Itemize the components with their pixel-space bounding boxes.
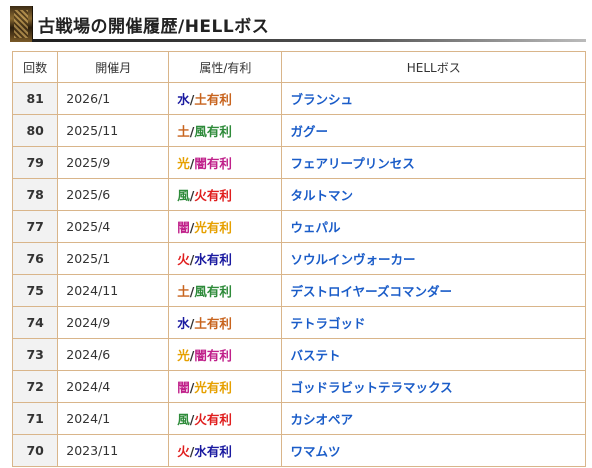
attribute-cell: 水/土有利	[168, 306, 283, 339]
header-count: 回数	[11, 51, 59, 83]
attribute-cell: 火/水有利	[168, 242, 283, 275]
event-number: 70	[11, 434, 59, 467]
event-number: 74	[11, 306, 59, 339]
event-month: 2026/1	[57, 82, 170, 115]
event-number: 81	[11, 82, 59, 115]
attribute-cell: 光/闇有利	[168, 146, 283, 179]
event-month: 2024/11	[57, 274, 170, 307]
table-row: 70 2023/11 火/水有利 ワマムツ	[11, 434, 586, 467]
attribute-element: 風	[177, 412, 190, 427]
page: 古戦場の開催履歴/HELLボス 回数 開催月 属性/有利 HELLボス 81 20…	[0, 0, 592, 468]
table-row: 75 2024/11 土/風有利 デストロイヤーズコマンダー	[11, 274, 586, 307]
event-number: 73	[11, 338, 59, 371]
event-month: 2025/6	[57, 178, 170, 211]
event-number: 75	[11, 274, 59, 307]
hell-boss-link[interactable]: ワマムツ	[281, 434, 586, 467]
event-month: 2025/4	[57, 210, 170, 243]
hell-boss-link[interactable]: タルトマン	[281, 178, 586, 211]
event-number: 72	[11, 370, 59, 403]
hell-boss-link[interactable]: ウェパル	[281, 210, 586, 243]
event-month: 2025/11	[57, 114, 170, 147]
hell-boss-link[interactable]: テトラゴッド	[281, 306, 586, 339]
advantage-element: 火有利	[194, 188, 232, 203]
attribute-element: 水	[177, 92, 190, 107]
advantage-element: 光有利	[194, 220, 232, 235]
heading-ornament-icon	[10, 6, 33, 42]
event-month: 2025/1	[57, 242, 170, 275]
table-row: 76 2025/1 火/水有利 ソウルインヴォーカー	[11, 242, 586, 275]
event-month: 2024/1	[57, 402, 170, 435]
attribute-cell: 闇/光有利	[168, 210, 283, 243]
table-row: 73 2024/6 光/闇有利 バステト	[11, 338, 586, 371]
advantage-element: 闇有利	[194, 156, 232, 171]
event-number: 76	[11, 242, 59, 275]
attribute-element: 光	[177, 156, 190, 171]
attribute-cell: 火/水有利	[168, 434, 283, 467]
attribute-element: 火	[177, 444, 190, 459]
event-number: 79	[11, 146, 59, 179]
attribute-cell: 風/火有利	[168, 178, 283, 211]
hell-boss-link[interactable]: ブランシュ	[281, 82, 586, 115]
table-row: 71 2024/1 風/火有利 カシオペア	[11, 402, 586, 435]
event-number: 78	[11, 178, 59, 211]
attribute-element: 闇	[177, 220, 190, 235]
table-row: 78 2025/6 風/火有利 タルトマン	[11, 178, 586, 211]
history-table: 回数 開催月 属性/有利 HELLボス 81 2026/1 水/土有利 ブランシュ 80…	[11, 51, 586, 467]
heading-underline	[32, 39, 586, 42]
header-month: 開催月	[57, 51, 170, 83]
attribute-element: 風	[177, 188, 190, 203]
attribute-element: 光	[177, 348, 190, 363]
advantage-element: 水有利	[194, 252, 232, 267]
table-row: 77 2025/4 闇/光有利 ウェパル	[11, 210, 586, 243]
attribute-element: 火	[177, 252, 190, 267]
advantage-element: 風有利	[194, 284, 232, 299]
event-number: 80	[11, 114, 59, 147]
event-number: 71	[11, 402, 59, 435]
attribute-cell: 闇/光有利	[168, 370, 283, 403]
section-heading: 古戦場の開催履歴/HELLボス	[10, 6, 586, 42]
event-month: 2024/9	[57, 306, 170, 339]
table-row: 80 2025/11 土/風有利 ガグー	[11, 114, 586, 147]
hell-boss-link[interactable]: フェアリープリンセス	[281, 146, 586, 179]
event-month: 2024/6	[57, 338, 170, 371]
hell-boss-link[interactable]: バステト	[281, 338, 586, 371]
advantage-element: 光有利	[194, 380, 232, 395]
attribute-element: 水	[177, 316, 190, 331]
hell-boss-link[interactable]: カシオペア	[281, 402, 586, 435]
hell-boss-link[interactable]: ガグー	[281, 114, 586, 147]
event-month: 2025/9	[57, 146, 170, 179]
header-attribute: 属性/有利	[168, 51, 283, 83]
attribute-element: 土	[177, 124, 190, 139]
header-boss: HELLボス	[281, 51, 586, 83]
hell-boss-link[interactable]: ゴッドラビットテラマックス	[281, 370, 586, 403]
attribute-element: 闇	[177, 380, 190, 395]
hell-boss-link[interactable]: ソウルインヴォーカー	[281, 242, 586, 275]
table-header-row: 回数 開催月 属性/有利 HELLボス	[11, 51, 586, 83]
attribute-cell: 土/風有利	[168, 274, 283, 307]
page-title: 古戦場の開催履歴/HELLボス	[38, 17, 270, 37]
attribute-cell: 風/火有利	[168, 402, 283, 435]
attribute-cell: 土/風有利	[168, 114, 283, 147]
advantage-element: 火有利	[194, 412, 232, 427]
table-row: 79 2025/9 光/闇有利 フェアリープリンセス	[11, 146, 586, 179]
attribute-cell: 光/闇有利	[168, 338, 283, 371]
event-month: 2023/11	[57, 434, 170, 467]
table-row: 81 2026/1 水/土有利 ブランシュ	[11, 82, 586, 115]
event-month: 2024/4	[57, 370, 170, 403]
table-row: 72 2024/4 闇/光有利 ゴッドラビットテラマックス	[11, 370, 586, 403]
attribute-cell: 水/土有利	[168, 82, 283, 115]
advantage-element: 土有利	[194, 316, 232, 331]
table-row: 74 2024/9 水/土有利 テトラゴッド	[11, 306, 586, 339]
attribute-element: 土	[177, 284, 190, 299]
advantage-element: 風有利	[194, 124, 232, 139]
advantage-element: 水有利	[194, 444, 232, 459]
advantage-element: 土有利	[194, 92, 232, 107]
hell-boss-link[interactable]: デストロイヤーズコマンダー	[281, 274, 586, 307]
advantage-element: 闇有利	[194, 348, 232, 363]
event-number: 77	[11, 210, 59, 243]
